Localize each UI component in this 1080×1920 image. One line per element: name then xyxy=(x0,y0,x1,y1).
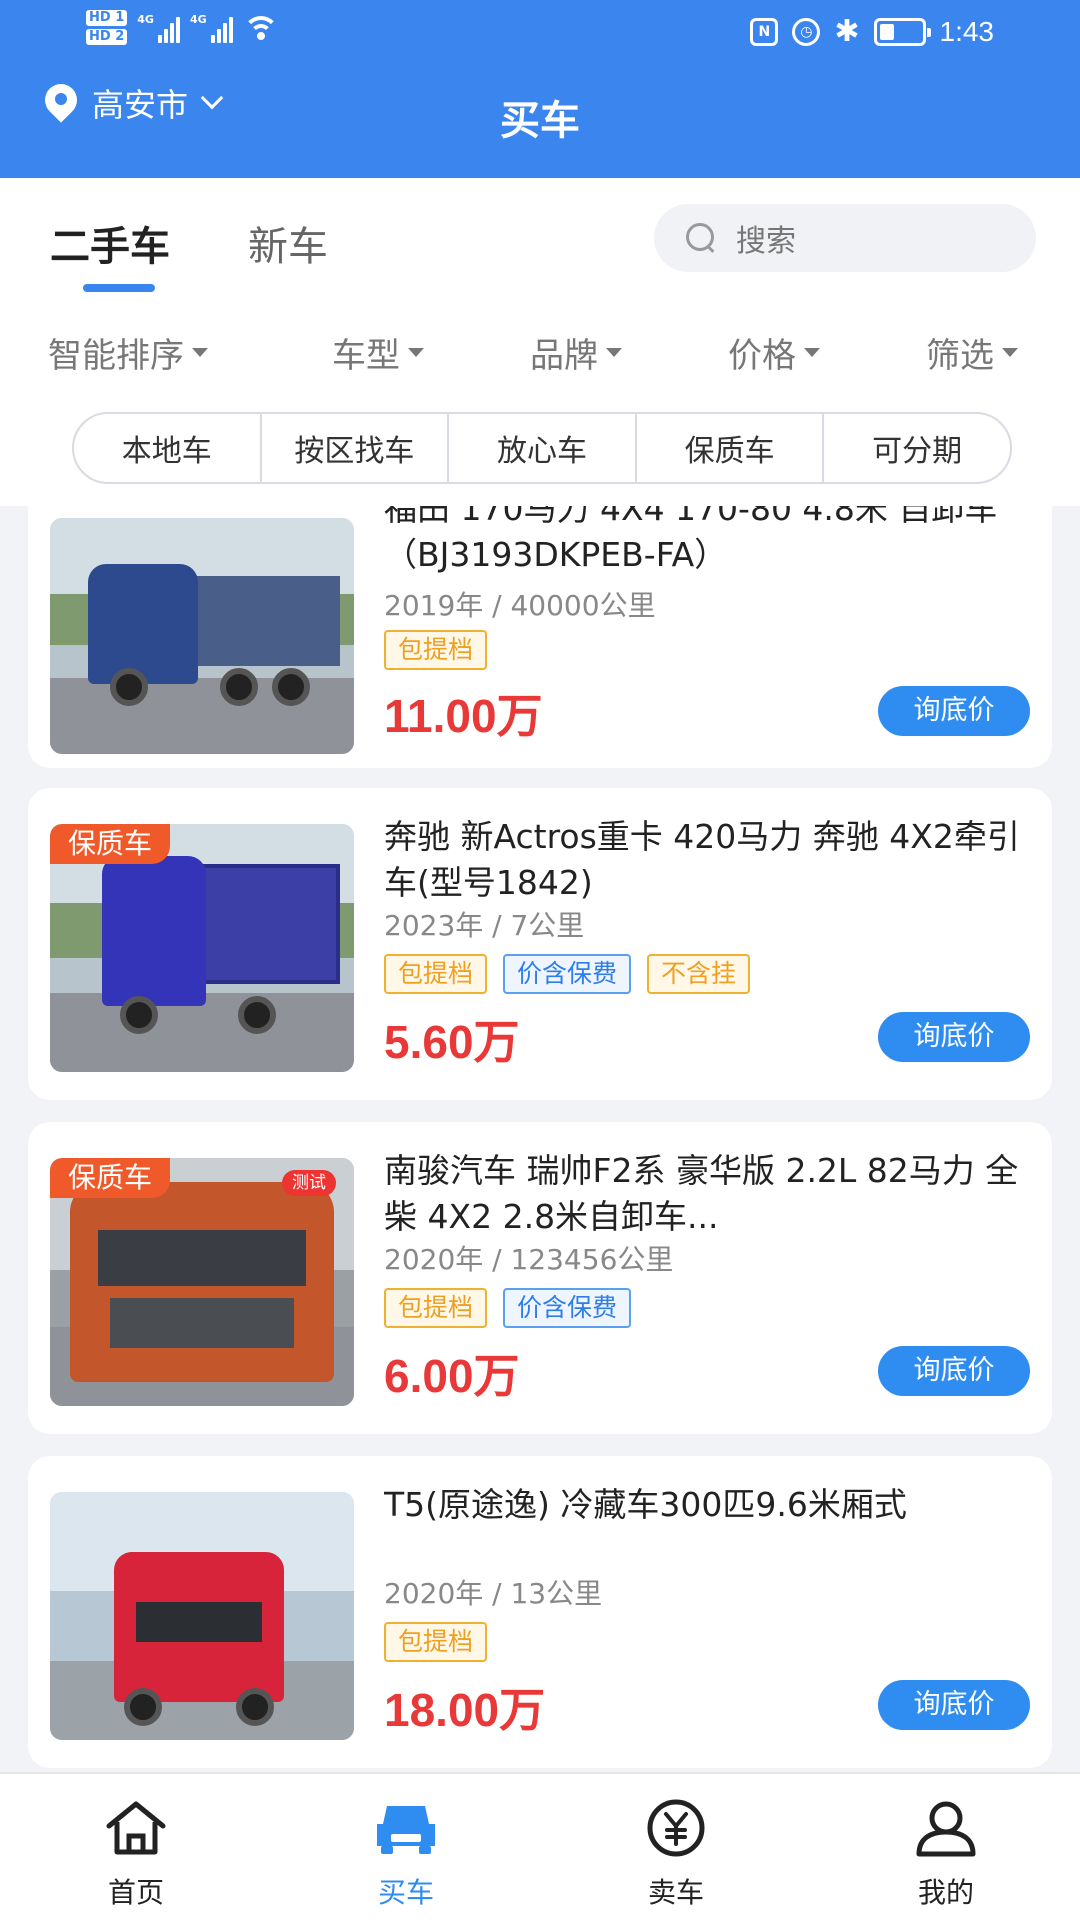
yuan-coin-icon xyxy=(647,1799,705,1857)
quick-filter-by-area[interactable]: 按区找车 xyxy=(262,414,450,482)
listing-title: T5(原途逸) 冷藏车300匹9.6米厢式 xyxy=(384,1485,907,1524)
hd1-label: HD 1 xyxy=(86,10,128,26)
clock: 1:43 xyxy=(939,15,995,47)
filter-panel: 二手车 新车 搜索 智能排序 车型 品牌 价格 筛选 本地车 按区找车 放心车 … xyxy=(0,178,1080,506)
network-type-2: 4G xyxy=(189,12,207,26)
sort-vehicle-type[interactable]: 车型 xyxy=(332,328,424,377)
alarm-icon: ◷ xyxy=(792,17,821,46)
sort-vehicle-type-label: 车型 xyxy=(332,336,400,376)
search-icon xyxy=(686,223,716,253)
listing-meta: 2020年 / 13公里 xyxy=(384,1577,603,1610)
nav-sell-label: 卖车 xyxy=(647,1876,704,1909)
sort-smart[interactable]: 智能排序 xyxy=(48,328,208,377)
dropdown-arrow-icon xyxy=(408,348,424,357)
listing-price: 18.00万 xyxy=(384,1684,546,1736)
listing-list: 福田 170马力 4X4 170-80 4.8米 自卸车 （BJ3193DKPE… xyxy=(0,506,1080,1772)
list-item[interactable]: 福田 170马力 4X4 170-80 4.8米 自卸车 （BJ3193DKPE… xyxy=(28,506,1052,768)
search-placeholder: 搜索 xyxy=(736,224,796,259)
status-left: HD 1 HD 2 4G 4G xyxy=(86,10,279,45)
nav-buy-label: 买车 xyxy=(377,1876,434,1909)
ask-price-button[interactable]: 询底价 xyxy=(878,1012,1030,1062)
listing-tags: 包提档 价含保费 不含挂 xyxy=(384,954,751,994)
tag: 不含挂 xyxy=(647,954,751,994)
status-bar: HD 1 HD 2 4G 4G N ◷ ✱ 1:43 xyxy=(0,0,1080,66)
list-item[interactable]: 保质车 奔驰 新Actros重卡 420马力 奔驰 4X2牵引车(型号1842)… xyxy=(28,788,1052,1100)
sort-brand-label: 品牌 xyxy=(530,336,598,376)
user-icon xyxy=(916,1801,976,1857)
quick-filter-warranty[interactable]: 保质车 xyxy=(637,414,825,482)
status-right: N ◷ ✱ 1:43 xyxy=(750,14,994,49)
network-type-1: 4G xyxy=(137,12,154,26)
quick-filter-installment[interactable]: 可分期 xyxy=(824,414,1010,482)
ask-price-button[interactable]: 询底价 xyxy=(878,686,1030,736)
active-tab-indicator xyxy=(83,284,155,292)
listing-meta: 2019年 / 40000公里 xyxy=(384,589,656,622)
quick-filter-bar: 本地车 按区找车 放心车 保质车 可分期 xyxy=(72,412,1012,484)
sort-smart-label: 智能排序 xyxy=(48,336,184,376)
nav-profile-label: 我的 xyxy=(917,1876,974,1909)
bluetooth-icon: ✱ xyxy=(834,14,860,49)
listing-title: 福田 170马力 4X4 170-80 4.8米 自卸车 （BJ3193DKPE… xyxy=(384,506,998,574)
truck-photo: 保质车 测试 xyxy=(50,1158,354,1406)
hd-indicators: HD 1 HD 2 xyxy=(86,10,128,45)
bottom-nav: 首页 买车 卖车 我的 xyxy=(0,1772,1080,1920)
car-icon xyxy=(377,1806,435,1854)
listing-meta: 2023年 / 7公里 xyxy=(384,909,585,942)
app-header: HD 1 HD 2 4G 4G N ◷ ✱ 1:43 高安市 买车 xyxy=(0,0,1080,178)
truck-photo: 保质车 xyxy=(50,824,354,1072)
quality-badge: 保质车 xyxy=(50,824,171,864)
listing-price: 5.60万 xyxy=(384,1016,520,1068)
sort-filter[interactable]: 筛选 xyxy=(926,328,1018,377)
list-item[interactable]: T5(原途逸) 冷藏车300匹9.6米厢式 2020年 / 13公里 包提档 1… xyxy=(28,1456,1052,1768)
truck-photo xyxy=(50,518,354,754)
ask-price-button[interactable]: 询底价 xyxy=(878,1680,1030,1730)
tag: 价含保费 xyxy=(503,1288,632,1328)
page-title: 买车 xyxy=(500,98,580,144)
nav-profile[interactable]: 我的 xyxy=(846,1798,1046,1911)
nfc-icon: N xyxy=(750,17,779,46)
nav-sell[interactable]: 卖车 xyxy=(576,1798,776,1911)
test-badge: 测试 xyxy=(282,1170,336,1196)
tag: 包提档 xyxy=(384,954,488,994)
nav-home[interactable]: 首页 xyxy=(36,1798,236,1911)
tab-used-cars[interactable]: 二手车 xyxy=(50,214,170,272)
listing-price: 6.00万 xyxy=(384,1350,520,1402)
tag: 包提档 xyxy=(384,1622,488,1662)
sort-price[interactable]: 价格 xyxy=(728,328,820,377)
listing-tags: 包提档 xyxy=(384,1622,488,1662)
sort-price-label: 价格 xyxy=(728,336,796,376)
sort-brand[interactable]: 品牌 xyxy=(530,328,622,377)
listing-tags: 包提档 价含保费 xyxy=(384,1288,632,1328)
listing-title: 南骏汽车 瑞帅F2系 豪华版 2.2L 82马力 全柴 4X2 2.8米自卸车.… xyxy=(384,1151,1019,1236)
signal-icon-2: 4G xyxy=(190,13,233,43)
ask-price-button[interactable]: 询底价 xyxy=(878,1346,1030,1396)
nav-buy[interactable]: 买车 xyxy=(306,1798,506,1911)
tag: 价含保费 xyxy=(503,954,632,994)
search-input[interactable]: 搜索 xyxy=(654,204,1036,272)
quick-filter-trusted[interactable]: 放心车 xyxy=(449,414,637,482)
signal-icon: 4G xyxy=(137,13,180,43)
hd2-label: HD 2 xyxy=(86,29,128,45)
tag: 包提档 xyxy=(384,630,488,670)
listing-tags: 包提档 xyxy=(384,630,488,670)
dropdown-arrow-icon xyxy=(192,348,208,357)
battery-icon xyxy=(873,17,931,46)
listing-price: 11.00万 xyxy=(384,690,543,742)
dropdown-arrow-icon xyxy=(804,348,820,357)
listing-meta: 2020年 / 123456公里 xyxy=(384,1243,674,1276)
wifi-icon xyxy=(242,14,279,42)
listing-title: 奔驰 新Actros重卡 420马力 奔驰 4X2牵引车(型号1842) xyxy=(384,817,1020,902)
tag: 包提档 xyxy=(384,1288,488,1328)
list-item[interactable]: 保质车 测试 南骏汽车 瑞帅F2系 豪华版 2.2L 82马力 全柴 4X2 2… xyxy=(28,1122,1052,1434)
sort-bar: 智能排序 车型 品牌 价格 筛选 xyxy=(0,328,1080,388)
home-icon xyxy=(106,1801,166,1855)
dropdown-arrow-icon xyxy=(1002,348,1018,357)
sort-filter-label: 筛选 xyxy=(926,336,994,376)
quick-filter-local[interactable]: 本地车 xyxy=(74,414,262,482)
dropdown-arrow-icon xyxy=(606,348,622,357)
truck-photo xyxy=(50,1492,354,1740)
tab-new-cars[interactable]: 新车 xyxy=(248,214,328,272)
quality-badge: 保质车 xyxy=(50,1158,171,1198)
nav-home-label: 首页 xyxy=(107,1876,164,1909)
